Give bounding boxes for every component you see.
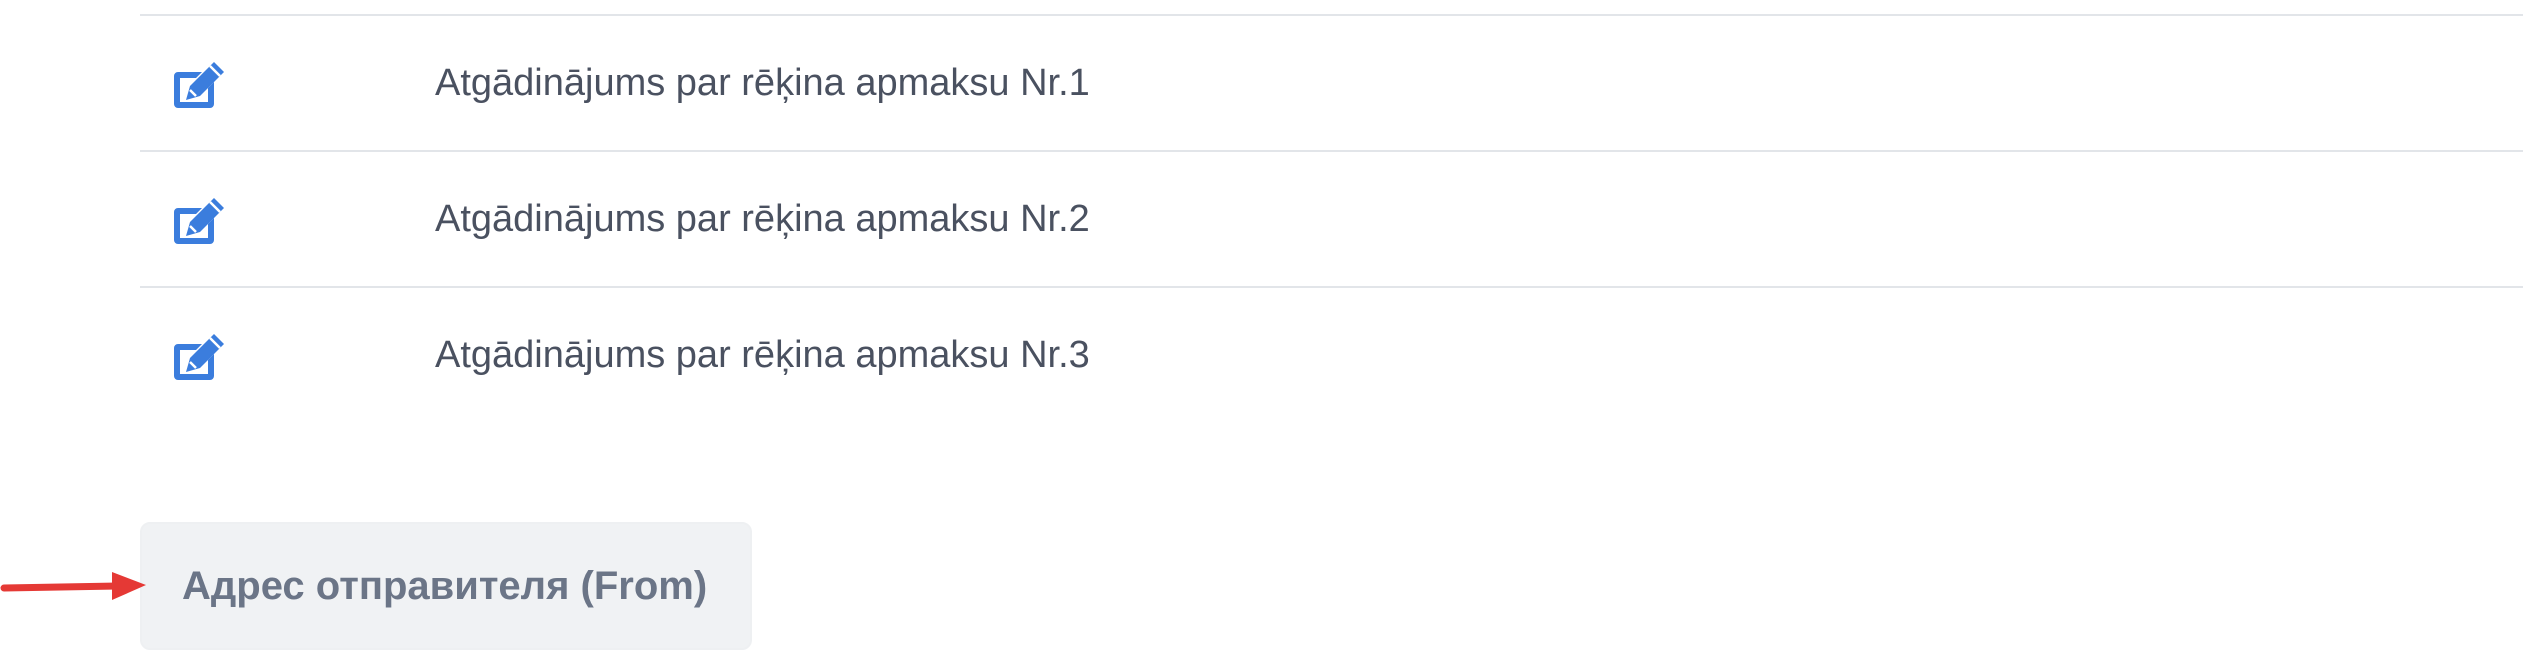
edit-icon[interactable] [170, 332, 226, 382]
list-item-label[interactable]: Atgādinājums par rēķina apmaksu Nr.1 [435, 16, 1090, 150]
list-item-label[interactable]: Atgādinājums par rēķina apmaksu Nr.3 [435, 288, 1090, 422]
sender-address-button[interactable]: Адрес отправителя (From) [140, 522, 752, 650]
list-item: Atgādinājums par rēķina apmaksu Nr.2 [140, 150, 2523, 286]
edit-icon[interactable] [170, 196, 226, 246]
list-item-label[interactable]: Atgādinājums par rēķina apmaksu Nr.2 [435, 152, 1090, 286]
template-list: Atgādinājums par rēķina apmaksu Nr.1 Atg… [140, 14, 2523, 422]
edit-icon[interactable] [170, 60, 226, 110]
list-item: Atgādinājums par rēķina apmaksu Nr.3 [140, 286, 2523, 422]
list-item: Atgādinājums par rēķina apmaksu Nr.1 [140, 14, 2523, 150]
red-arrow-icon [0, 572, 146, 600]
